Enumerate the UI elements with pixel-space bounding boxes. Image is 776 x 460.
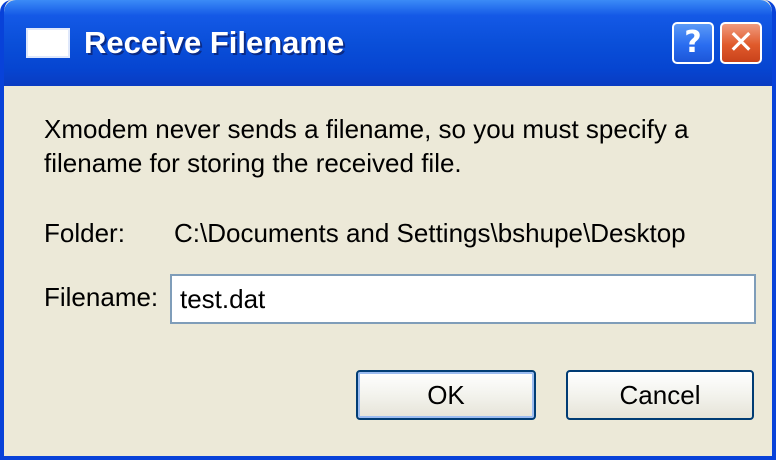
window-icon xyxy=(26,28,70,58)
close-button[interactable]: ✕ xyxy=(720,22,762,64)
dialog-window: Receive Filename ? ✕ Xmodem never sends … xyxy=(0,0,776,460)
instruction-message: Xmodem never sends a filename, so you mu… xyxy=(44,114,689,178)
ok-button[interactable]: OK xyxy=(356,370,536,420)
help-icon: ? xyxy=(684,25,702,60)
filename-label: Filename: xyxy=(44,282,159,312)
window-title: Receive Filename xyxy=(84,25,345,60)
filename-field[interactable] xyxy=(170,274,756,324)
cancel-button[interactable]: Cancel xyxy=(566,370,754,420)
title-bar[interactable]: Receive Filename ? ✕ xyxy=(4,0,772,86)
folder-path: C:\Documents and Settings\bshupe\Desktop xyxy=(174,218,686,248)
help-button[interactable]: ? xyxy=(672,22,714,64)
folder-label: Folder: xyxy=(44,218,125,248)
close-icon: ✕ xyxy=(727,23,755,61)
